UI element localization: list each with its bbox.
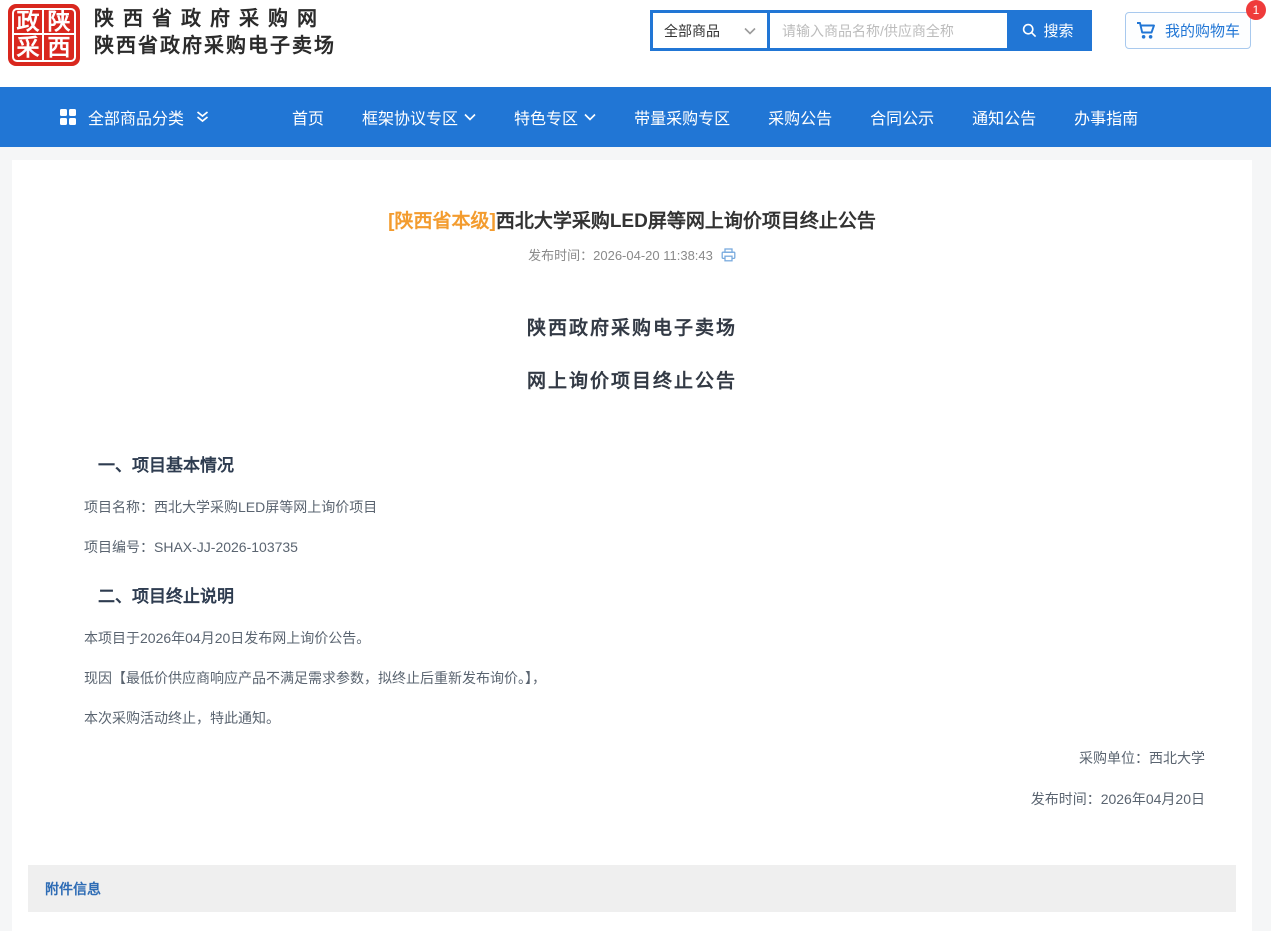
announcement-title: [陕西省本级]西北大学采购LED屏等网上询价项目终止公告 — [12, 160, 1252, 233]
nav-item-notifications[interactable]: 通知公告 — [972, 105, 1036, 129]
attachments-heading: 附件信息 — [45, 879, 101, 899]
nav-item-label: 采购公告 — [768, 105, 832, 129]
logo-seal-icon: 政 陕 采 西 — [12, 8, 76, 62]
project-name: 项目名称：西北大学采购LED屏等网上询价项目 — [84, 499, 1205, 516]
cart-button[interactable]: 我的购物车 — [1125, 12, 1251, 49]
printer-icon[interactable] — [721, 248, 736, 262]
project-code: 项目编号：SHAX-JJ-2026-103735 — [84, 539, 1205, 556]
chevron-down-icon — [584, 113, 596, 121]
announcement-title-text: 西北大学采购LED屏等网上询价项目终止公告 — [496, 211, 876, 232]
nav-links: 首页 框架协议专区 特色专区 带量采购专区 采购公告 合同公示 通知公告 办事指… — [292, 105, 1138, 129]
cart-button-label: 我的购物车 — [1165, 20, 1240, 41]
nav-item-home[interactable]: 首页 — [292, 105, 324, 129]
section1-heading: 一、项目基本情况 — [84, 451, 1205, 476]
site-title-line2: 陕西省政府采购电子卖场 — [94, 33, 336, 60]
logo-char: 采 — [14, 35, 44, 60]
logo-char: 西 — [44, 35, 74, 60]
nav-item-procurement-notice[interactable]: 采购公告 — [768, 105, 832, 129]
nav-item-label: 通知公告 — [972, 105, 1036, 129]
search-category-dropdown[interactable]: 全部商品 — [653, 13, 767, 48]
chevron-down-icon — [464, 113, 476, 121]
nav-item-label: 办事指南 — [1074, 105, 1138, 129]
search-icon — [1022, 23, 1037, 38]
publish-time-row: 发布时间：2026-04-20 11:38:43 — [12, 245, 1252, 264]
nav-all-categories-label: 全部商品分类 — [88, 105, 184, 129]
site-logo[interactable]: 政 陕 采 西 — [8, 4, 80, 66]
nav-item-contract-publicity[interactable]: 合同公示 — [870, 105, 934, 129]
doc-heading-line1: 陕西政府采购电子卖场 — [12, 313, 1252, 340]
nav-item-label: 带量采购专区 — [634, 105, 730, 129]
nav-item-label: 框架协议专区 — [362, 105, 458, 129]
chevron-down-icon — [744, 27, 756, 35]
search-category-label: 全部商品 — [664, 21, 720, 41]
site-title-line1: 陕西省政府采购网 — [94, 5, 336, 33]
nav-item-volume-purchase[interactable]: 带量采购专区 — [634, 105, 730, 129]
nav-all-categories[interactable]: 全部商品分类 — [60, 105, 209, 129]
publish-date-line: 发布时间：2026年04月20日 — [84, 789, 1205, 809]
site-titles: 陕西省政府采购网 陕西省政府采购电子卖场 — [94, 5, 336, 60]
nav-item-featured-zone[interactable]: 特色专区 — [514, 105, 596, 129]
search-input[interactable] — [770, 13, 1007, 48]
announcement-content: 一、项目基本情况 项目名称：西北大学采购LED屏等网上询价项目 项目编号：SHA… — [12, 451, 1252, 809]
termination-para-3: 本次采购活动终止，特此通知。 — [84, 710, 1205, 727]
nav-item-service-guide[interactable]: 办事指南 — [1074, 105, 1138, 129]
search-button-label: 搜索 — [1043, 20, 1073, 41]
nav-item-label: 特色专区 — [514, 105, 578, 129]
cart-icon — [1136, 21, 1156, 40]
search-bar: 全部商品 搜索 — [650, 10, 1092, 51]
region-tag: [陕西省本级] — [388, 211, 496, 232]
purchaser-line: 采购单位：西北大学 — [84, 748, 1205, 768]
announcement-panel: [陕西省本级]西北大学采购LED屏等网上询价项目终止公告 发布时间：2026-0… — [12, 160, 1252, 931]
nav-item-framework-agreement[interactable]: 框架协议专区 — [362, 105, 476, 129]
attachments-bar: 附件信息 — [28, 865, 1236, 912]
double-chevron-down-icon — [196, 111, 209, 123]
nav-item-label: 合同公示 — [870, 105, 934, 129]
search-button[interactable]: 搜索 — [1007, 13, 1089, 48]
cart-badge: 1 — [1246, 0, 1266, 20]
nav-item-label: 首页 — [292, 105, 324, 129]
logo-char: 政 — [14, 10, 44, 35]
doc-heading-line2: 网上询价项目终止公告 — [12, 366, 1252, 393]
site-header: 政 陕 采 西 陕西省政府采购网 陕西省政府采购电子卖场 全部商品 搜索 我的购… — [0, 0, 1271, 87]
publish-time-text: 发布时间：2026-04-20 11:38:43 — [528, 245, 713, 264]
termination-para-1: 本项目于2026年04月20日发布网上询价公告。 — [84, 630, 1205, 647]
page-body: [陕西省本级]西北大学采购LED屏等网上询价项目终止公告 发布时间：2026-0… — [0, 147, 1271, 931]
main-nav: 全部商品分类 首页 框架协议专区 特色专区 带量采购专区 采购公告 合同公示 通… — [0, 87, 1271, 147]
logo-char: 陕 — [44, 10, 74, 35]
section2-heading: 二、项目终止说明 — [84, 582, 1205, 607]
termination-para-2: 现因【最低价供应商响应产品不满足需求参数，拟终止后重新发布询价。】， — [84, 670, 1205, 687]
grid-icon — [60, 109, 76, 125]
